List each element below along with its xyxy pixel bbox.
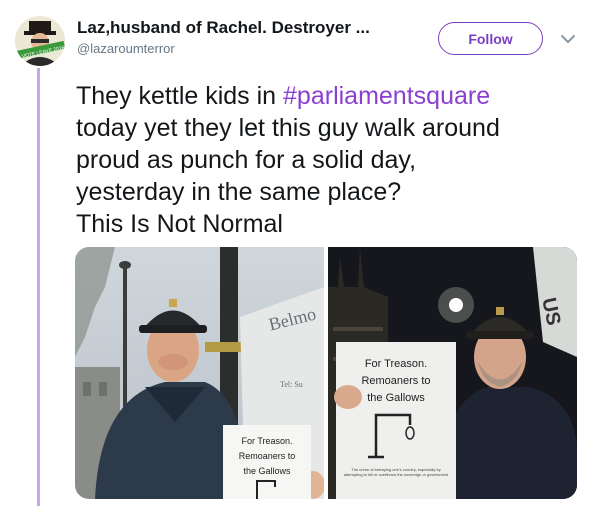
photo-2[interactable]: US For Treason. Remoaners to the Gallows… xyxy=(328,247,577,499)
tweet-media: Belmo Tel: Su For Treason. Remoaners to … xyxy=(75,247,577,499)
photo1-sign-line2: Remoaners to xyxy=(239,451,296,461)
photo-1[interactable]: Belmo Tel: Su For Treason. Remoaners to … xyxy=(75,247,324,499)
photo2-sign-line1: For Treason. xyxy=(365,358,427,370)
tweet-text-line1: They kettle kids in xyxy=(76,82,284,110)
display-name[interactable]: Laz,husband of Rachel. Destroyer ... xyxy=(77,18,370,38)
tweet-text-line2: today yet they let this guy walk around xyxy=(76,114,500,142)
photo2-sign-line2: Remoaners to xyxy=(361,375,430,387)
tweet-text-line3: proud as punch for a solid day, xyxy=(76,146,417,174)
follow-button[interactable]: Follow xyxy=(438,22,543,55)
photo1-sign-line3: the Gallows xyxy=(243,466,291,476)
thread-line xyxy=(37,68,40,506)
tweet-text-line4: yesterday in the same place? xyxy=(76,178,402,206)
photo2-sign-footer: The crime of betraying one's country, es… xyxy=(343,467,449,477)
tweet-text-line5: This Is Not Normal xyxy=(76,210,283,238)
chevron-down-icon[interactable] xyxy=(559,30,577,48)
photo1-sign-line1: For Treason. xyxy=(241,436,292,446)
van-small-text: Tel: Su xyxy=(280,380,303,389)
photo2-sign-line3: the Gallows xyxy=(367,392,425,404)
hashtag-link[interactable]: #parliamentsquare xyxy=(283,82,490,110)
avatar-image: VOTE LEAVE 2016 xyxy=(15,16,65,66)
tweet-text: They kettle kids in #parliamentsquare to… xyxy=(76,80,576,240)
avatar[interactable]: VOTE LEAVE 2016 xyxy=(15,16,65,66)
user-handle[interactable]: @lazaroumterror xyxy=(77,41,175,56)
